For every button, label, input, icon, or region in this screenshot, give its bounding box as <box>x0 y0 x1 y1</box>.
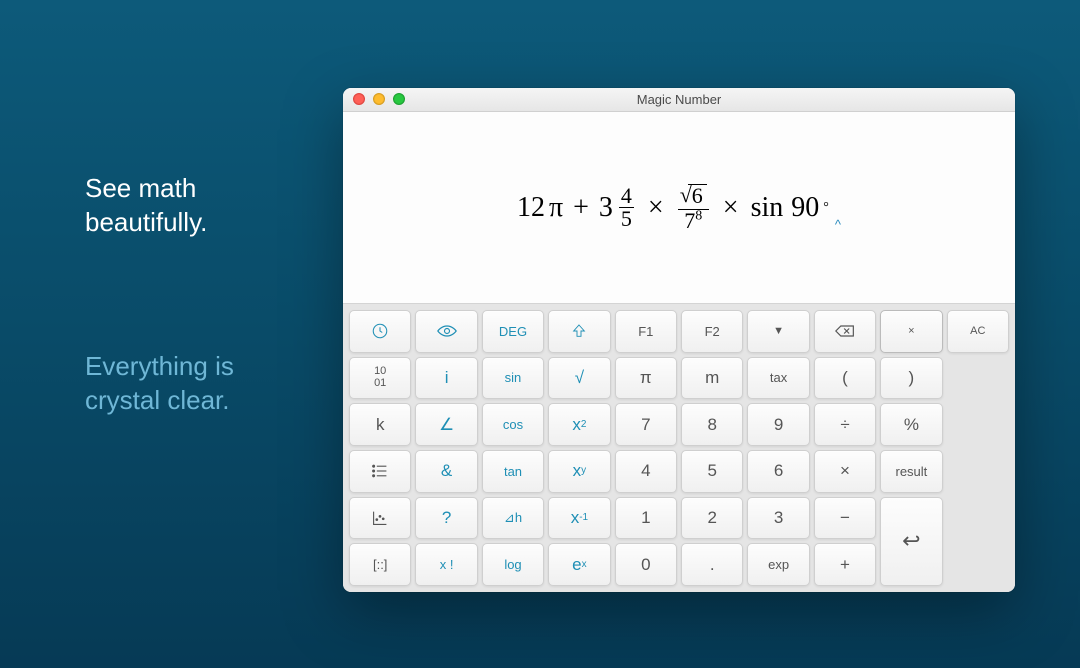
all-clear-button[interactable]: AC <box>947 310 1009 353</box>
coef-12: 12 <box>517 192 545 224</box>
digit-9[interactable]: 9 <box>747 403 809 446</box>
multiply-button[interactable]: × <box>814 450 876 493</box>
expression-display[interactable]: 12 π + 3 4 5 × √ 6 78 × sin 90° ^ <box>343 112 1015 304</box>
m-button[interactable]: m <box>681 357 743 400</box>
chart-icon <box>372 510 388 526</box>
digit-8[interactable]: 8 <box>681 403 743 446</box>
promo-1-line-a: See math <box>85 173 196 203</box>
digit-2[interactable]: 2 <box>681 497 743 540</box>
fraction-sqrt6-78: √ 6 78 <box>678 184 709 232</box>
promo-2-line-a: Everything is <box>85 351 234 381</box>
dropdown-button[interactable]: ▼ <box>747 310 809 353</box>
result-button[interactable]: result <box>880 450 942 493</box>
i-button[interactable]: i <box>415 357 477 400</box>
eye-icon <box>437 324 457 338</box>
delete-icon <box>835 324 855 338</box>
degree-symbol: ° <box>823 200 829 216</box>
clock-icon <box>371 322 389 340</box>
ex-button[interactable]: ex <box>548 543 610 586</box>
den-exp: 8 <box>695 208 702 223</box>
plus-button[interactable]: + <box>814 543 876 586</box>
f2-button[interactable]: F2 <box>681 310 743 353</box>
view-button[interactable] <box>415 310 477 353</box>
digit-7[interactable]: 7 <box>615 403 677 446</box>
digit-1[interactable]: 1 <box>615 497 677 540</box>
radicand: 6 <box>688 184 707 207</box>
exp-button[interactable]: exp <box>747 543 809 586</box>
enter-button[interactable]: ↩ <box>880 497 942 586</box>
matrix-button[interactable]: [::] <box>349 543 411 586</box>
x2-button[interactable]: x2 <box>548 403 610 446</box>
chart-button[interactable] <box>349 497 411 540</box>
promo-1-line-b: beautifully. <box>85 207 207 237</box>
reciprocal-button[interactable]: x-1 <box>548 497 610 540</box>
promo-2-line-b: crystal clear. <box>85 385 230 415</box>
times-2: × <box>723 192 739 224</box>
angle-button[interactable]: ∠ <box>415 403 477 446</box>
sin-button[interactable]: sin <box>482 357 544 400</box>
digit-6[interactable]: 6 <box>747 450 809 493</box>
titlebar[interactable]: Magic Number <box>343 88 1015 112</box>
promo-headline-2: Everything is crystal clear. <box>85 350 234 418</box>
minimize-icon[interactable] <box>373 93 385 105</box>
close-icon[interactable] <box>353 93 365 105</box>
xy-button[interactable]: xy <box>548 450 610 493</box>
deg-button[interactable]: DEG <box>482 310 544 353</box>
digit-5[interactable]: 5 <box>681 450 743 493</box>
calculator-window: Magic Number 12 π + 3 4 5 × √ 6 78 × <box>343 88 1015 592</box>
sqrt-button[interactable]: √ <box>548 357 610 400</box>
frac2-den: 78 <box>682 210 704 232</box>
pi-symbol: π <box>549 192 563 224</box>
percent-button[interactable]: % <box>880 403 942 446</box>
minus-button[interactable]: − <box>814 497 876 540</box>
times-1: × <box>648 192 664 224</box>
divide-button[interactable]: ÷ <box>814 403 876 446</box>
caret-icon: ^ <box>835 217 841 232</box>
tan-button[interactable]: tan <box>482 450 544 493</box>
binary-icon: 1001 <box>374 366 386 389</box>
help-button[interactable]: ? <box>415 497 477 540</box>
history-button[interactable] <box>349 310 411 353</box>
k-button[interactable]: k <box>349 403 411 446</box>
promo-headline-1: See math beautifully. <box>85 172 207 240</box>
frac2-num: √ 6 <box>678 184 709 210</box>
frac-den: 5 <box>619 208 634 230</box>
keypad: DEG F1 F2 ▼ × AC 1001 i sin √ π m tax ( … <box>343 304 1015 592</box>
list-icon <box>372 464 388 478</box>
sin-arg: 90 <box>791 192 819 224</box>
traffic-lights <box>353 93 405 105</box>
cos-button[interactable]: cos <box>482 403 544 446</box>
digit-0[interactable]: 0 <box>615 543 677 586</box>
expression: 12 π + 3 4 5 × √ 6 78 × sin 90° ^ <box>517 184 841 232</box>
tax-button[interactable]: tax <box>747 357 809 400</box>
delete-button[interactable] <box>814 310 876 353</box>
shift-icon <box>571 323 587 339</box>
shift-button[interactable] <box>548 310 610 353</box>
binary-button[interactable]: 1001 <box>349 357 411 400</box>
and-button[interactable]: & <box>415 450 477 493</box>
frac-num: 4 <box>619 185 634 208</box>
den-base: 7 <box>684 208 695 233</box>
digit-4[interactable]: 4 <box>615 450 677 493</box>
decimal-button[interactable]: . <box>681 543 743 586</box>
clear-entry-button[interactable]: × <box>880 310 942 353</box>
lparen-button[interactable]: ( <box>814 357 876 400</box>
log-button[interactable]: log <box>482 543 544 586</box>
pi-button[interactable]: π <box>615 357 677 400</box>
zoom-icon[interactable] <box>393 93 405 105</box>
delta-h-button[interactable]: ⊿h <box>482 497 544 540</box>
fraction-4-5: 4 5 <box>619 185 634 230</box>
f1-button[interactable]: F1 <box>615 310 677 353</box>
sin-label: sin <box>751 192 784 224</box>
plus-sign: + <box>573 192 589 224</box>
factorial-button[interactable]: x ! <box>415 543 477 586</box>
rparen-button[interactable]: ) <box>880 357 942 400</box>
digit-3[interactable]: 3 <box>747 497 809 540</box>
mixed-whole: 3 <box>599 192 613 224</box>
window-title: Magic Number <box>637 92 722 107</box>
list-button[interactable] <box>349 450 411 493</box>
